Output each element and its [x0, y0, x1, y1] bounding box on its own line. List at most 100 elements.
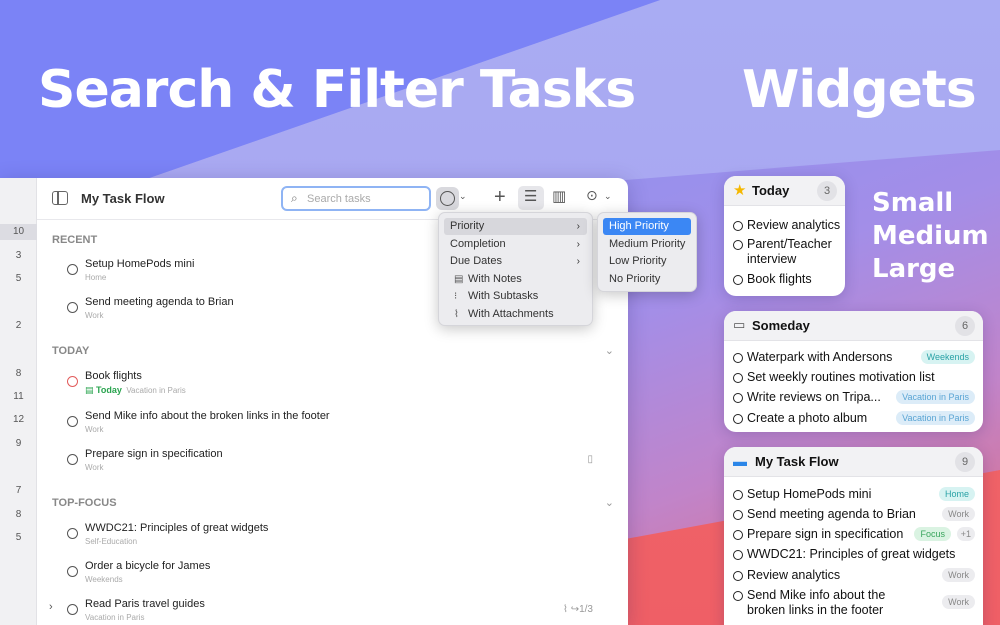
- widget-item-text: Send meeting agenda to Brian: [747, 507, 916, 521]
- task-checkbox[interactable]: [733, 571, 743, 581]
- filter-button[interactable]: [436, 187, 459, 210]
- widget-item-text: interview: [747, 252, 797, 266]
- chevron-down-icon[interactable]: ⌄: [605, 496, 614, 509]
- task-checkbox[interactable]: [733, 591, 743, 601]
- menu-item-due-dates[interactable]: Due Dates ›: [444, 253, 587, 270]
- inbox-icon: ▬: [733, 453, 747, 469]
- menu-item-completion[interactable]: Completion ›: [444, 236, 587, 253]
- task-checkbox[interactable]: [67, 528, 78, 539]
- task-checkbox[interactable]: [733, 275, 743, 285]
- task-title: Book flights: [85, 370, 142, 382]
- task-checkbox[interactable]: [67, 264, 78, 275]
- widget-title: Someday: [752, 318, 810, 333]
- tag-badge: Work: [942, 568, 975, 582]
- widget-title: Today: [752, 183, 790, 198]
- filter-icon: [440, 191, 455, 206]
- widget-item-text: broken links in the footer: [747, 603, 884, 617]
- task-checkbox[interactable]: [67, 416, 78, 427]
- search-icon: ⌕: [291, 191, 298, 205]
- section-header[interactable]: TOP-FOCUS: [52, 497, 117, 509]
- due-today: Today: [96, 385, 122, 395]
- task-checkbox[interactable]: [733, 393, 743, 403]
- headline-widgets: Widgets: [742, 60, 977, 120]
- filter-menu: Priority › Completion › Due Dates › ▤ With N…: [438, 212, 593, 326]
- task-title: Send Mike info about the broken links in…: [85, 410, 330, 422]
- widget-title: My Task Flow: [755, 454, 839, 469]
- task-checkbox[interactable]: [733, 490, 743, 500]
- menu-item-priority[interactable]: Priority ›: [444, 218, 587, 235]
- menu-item-medium-priority[interactable]: Medium Priority: [603, 236, 691, 253]
- widget-item-text: Create a photo album: [747, 411, 868, 425]
- menu-item-with-notes[interactable]: ▤ With Notes: [444, 271, 587, 288]
- widget-item-text: Write reviews on Tripa...: [747, 390, 881, 404]
- menu-item-no-priority[interactable]: No Priority: [603, 271, 691, 288]
- tag-badge: Focus: [914, 527, 951, 541]
- chevron-right-icon[interactable]: ›: [49, 601, 53, 613]
- list-icon: ☰: [524, 188, 538, 205]
- menu-item-high-priority[interactable]: High Priority: [603, 218, 691, 235]
- widget-item-text: Waterpark with Andersons: [747, 350, 893, 364]
- chevron-down-icon[interactable]: ⌄: [459, 191, 467, 202]
- size-large: Large: [872, 254, 956, 284]
- attachment-icon: ⌇: [563, 604, 571, 615]
- widget-header: ★ Today 3: [724, 176, 845, 206]
- note-icon: ▯: [587, 454, 593, 465]
- task-list-name: Weekends: [85, 575, 123, 584]
- count-gutter: 10 3 5 2 8 11 12 9 7 8 5: [0, 178, 37, 625]
- board-view-icon[interactable]: ▥: [552, 187, 566, 205]
- task-checkbox[interactable]: [67, 604, 78, 615]
- widget-item-text: Send Mike info about the: [747, 588, 886, 602]
- widget-item-text: Review analytics: [747, 568, 841, 582]
- section-header[interactable]: TODAY: [52, 345, 89, 357]
- menu-item-with-subtasks[interactable]: ⁝ With Subtasks: [444, 288, 587, 305]
- widget-item-text: Parent/Teacher: [747, 237, 832, 251]
- widget-header: ▭ Someday 6: [724, 311, 983, 341]
- task-checkbox[interactable]: [733, 240, 743, 250]
- widget-item-text: Prepare sign in specification: [747, 527, 904, 541]
- task-checkbox[interactable]: [733, 510, 743, 520]
- task-list-name: Self-Education: [85, 537, 138, 546]
- task-list-name: Work: [85, 425, 104, 434]
- widget-count: 3: [817, 181, 837, 201]
- task-checkbox[interactable]: [733, 353, 743, 363]
- sidebar-toggle-icon[interactable]: [52, 191, 68, 205]
- task-title: Prepare sign in specification: [85, 448, 223, 460]
- tag-badge: Work: [942, 507, 975, 521]
- menu-item-label: With Notes: [468, 273, 522, 285]
- gutter-count: 9: [15, 438, 22, 449]
- widget-item-text: Review analytics: [747, 218, 841, 232]
- size-medium: Medium: [872, 221, 989, 251]
- tag-badge: Vacation in Paris: [896, 390, 975, 404]
- task-checkbox[interactable]: [733, 373, 743, 383]
- widget-header: ▬ My Task Flow 9: [724, 447, 983, 477]
- chevron-down-icon[interactable]: ⌄: [604, 191, 612, 202]
- more-icon[interactable]: ⊙: [586, 187, 598, 204]
- task-meta: ▤ Today Vacation in Paris: [85, 385, 186, 396]
- task-checkbox[interactable]: [733, 414, 743, 424]
- widget-medium[interactable]: ▭ Someday 6 Waterpark with Andersons Wee…: [724, 311, 983, 432]
- search-input[interactable]: ⌕ Search tasks: [281, 186, 431, 211]
- task-checkbox[interactable]: [67, 566, 78, 577]
- gutter-count: 2: [15, 320, 22, 331]
- task-checkbox[interactable]: [733, 221, 743, 231]
- widget-small[interactable]: ★ Today 3 Review analytics Parent/Teache…: [724, 176, 845, 296]
- task-checkbox[interactable]: [67, 376, 78, 387]
- widget-large[interactable]: ▬ My Task Flow 9 Setup HomePods mini Hom…: [724, 447, 983, 625]
- gutter-count: 7: [15, 485, 22, 496]
- tag-badge: Weekends: [920, 350, 975, 364]
- chevron-down-icon[interactable]: ⌄: [605, 344, 614, 357]
- widget-sizes: Small Medium Large: [872, 187, 989, 286]
- widget-item-text: Setup HomePods mini: [747, 487, 872, 501]
- task-checkbox[interactable]: [733, 550, 743, 560]
- menu-item-with-attachments[interactable]: ⌇ With Attachments: [444, 306, 587, 323]
- gutter-count: 5: [15, 273, 22, 284]
- chevron-right-icon: ›: [576, 239, 580, 250]
- add-icon[interactable]: +: [494, 186, 506, 209]
- section-header[interactable]: RECENT: [52, 234, 97, 246]
- gutter-count: 8: [15, 509, 22, 520]
- task-checkbox[interactable]: [733, 530, 743, 540]
- task-list-name: Work: [85, 311, 104, 320]
- task-checkbox[interactable]: [67, 302, 78, 313]
- task-checkbox[interactable]: [67, 454, 78, 465]
- menu-item-low-priority[interactable]: Low Priority: [603, 253, 691, 270]
